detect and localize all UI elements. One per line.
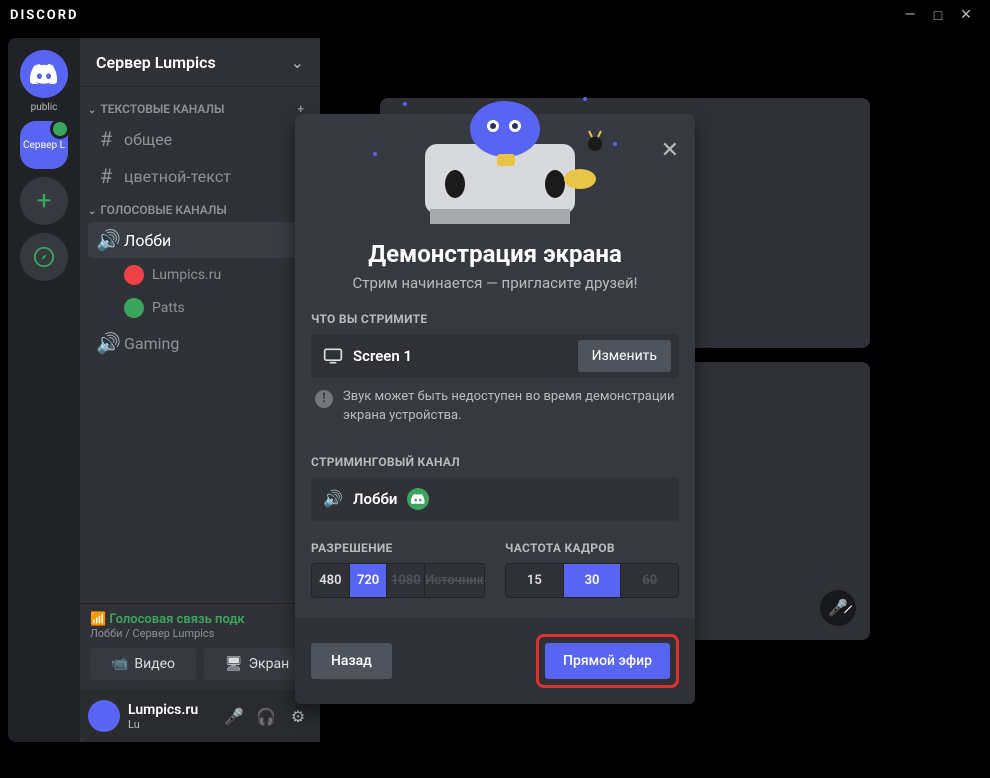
hash-icon: # xyxy=(96,164,116,188)
app-logo: DISCORD xyxy=(10,8,79,23)
explore-button[interactable] xyxy=(20,233,68,281)
muted-icon: 🎤̷ xyxy=(820,590,856,626)
modal-footer: Назад Прямой эфир xyxy=(295,618,695,704)
section-label-stream: ЧТО ВЫ СТРИМИТЕ xyxy=(311,312,679,326)
voice-channel-lobby[interactable]: 🔊Лобби xyxy=(88,222,312,258)
voice-member[interactable]: Patts xyxy=(88,292,312,324)
stream-source-row: Screen 1 Изменить xyxy=(311,334,679,378)
server-header[interactable]: Сервер Lumpics ⌄ xyxy=(80,38,320,86)
user-info[interactable]: Lumpics.ru Lu xyxy=(128,702,212,731)
avatar xyxy=(124,298,144,318)
voice-status: 📶 Голосовая связь подк Лобби / Сервер Lu… xyxy=(80,603,320,648)
monitor-icon xyxy=(323,347,343,365)
video-button[interactable]: 📹Видео xyxy=(90,648,196,680)
resolution-option-720[interactable]: 720 xyxy=(350,564,388,597)
audio-warning: ! Звук может быть недоступен во время де… xyxy=(311,378,679,434)
screen-icon: 🖥 xyxy=(225,656,243,672)
text-channel[interactable]: #общее xyxy=(88,121,312,157)
section-label-channel: СТРИМИНГОВЫЙ КАНАЛ xyxy=(311,455,679,469)
fps-option-60: 60 xyxy=(621,564,678,597)
text-channel[interactable]: #цветной-текст xyxy=(88,158,312,194)
back-button[interactable]: Назад xyxy=(311,643,392,679)
mute-icon[interactable]: 🎤 xyxy=(220,702,248,730)
titlebar: DISCORD — □ ✕ xyxy=(0,0,990,30)
text-channels-category[interactable]: ⌄ТЕКСТОВЫЕ КАНАЛЫ + xyxy=(80,94,320,120)
go-live-highlight: Прямой эфир xyxy=(536,634,679,688)
user-avatar[interactable] xyxy=(88,700,120,732)
settings-icon[interactable]: ⚙ xyxy=(284,702,312,730)
server-name: Сервер Lumpics xyxy=(96,53,216,72)
section-label-resolution: РАЗРЕШЕНИЕ xyxy=(311,541,485,555)
resolution-option-1080: 1080 xyxy=(387,564,425,597)
resolution-segment: 4807201080Источник xyxy=(311,563,485,598)
server-item[interactable]: Сервер L xyxy=(20,121,68,169)
resolution-option-480[interactable]: 480 xyxy=(312,564,350,597)
stream-channel-name: Лобби xyxy=(353,490,398,508)
modal-title: Демонстрация экрана xyxy=(311,240,679,268)
stream-source-name: Screen 1 xyxy=(353,347,568,365)
close-button[interactable]: ✕ xyxy=(952,1,980,29)
maximize-button[interactable]: □ xyxy=(924,1,952,29)
camera-icon: 📹 xyxy=(111,656,128,672)
resolution-option-Источник: Источник xyxy=(425,564,484,597)
speaker-icon: 🔊 xyxy=(96,228,116,252)
chevron-down-icon: ⌄ xyxy=(291,53,304,72)
deafen-icon[interactable]: 🎧 xyxy=(252,702,280,730)
home-label: public xyxy=(31,102,58,113)
hash-icon: # xyxy=(96,127,116,151)
server-rail: public Сервер L + xyxy=(8,38,80,742)
speaker-icon: 🔊 xyxy=(323,489,343,508)
voice-channels-category[interactable]: ⌄ГОЛОСОВЫЕ КАНАЛЫ + xyxy=(80,195,320,221)
voice-channel-gaming[interactable]: 🔊Gaming xyxy=(88,325,312,361)
screen-share-modal: ✕ Демонстрация экрана Стрим начинается —… xyxy=(295,114,695,703)
modal-hero xyxy=(295,114,695,224)
fps-option-15[interactable]: 15 xyxy=(506,564,564,597)
change-source-button[interactable]: Изменить xyxy=(578,340,671,372)
speaker-icon: 🔊 xyxy=(96,331,116,355)
compass-icon xyxy=(33,246,55,268)
voice-member[interactable]: Lumpics.ru xyxy=(88,259,312,291)
home-server[interactable] xyxy=(20,50,68,98)
fps-segment: 153060 xyxy=(505,563,679,598)
add-server-button[interactable]: + xyxy=(20,177,68,225)
modal-subtitle: Стрим начинается — пригласите друзей! xyxy=(311,274,679,292)
discord-icon xyxy=(30,64,58,84)
fps-option-30[interactable]: 30 xyxy=(564,564,622,597)
hero-illustration xyxy=(355,84,635,224)
minimize-button[interactable]: — xyxy=(896,1,924,29)
discord-badge-icon xyxy=(407,488,429,510)
user-panel: Lumpics.ru Lu 🎤 🎧 ⚙ xyxy=(80,690,320,742)
go-live-button[interactable]: Прямой эфир xyxy=(545,643,670,679)
avatar xyxy=(124,265,144,285)
info-icon: ! xyxy=(315,390,333,408)
channel-sidebar: Сервер Lumpics ⌄ ⌄ТЕКСТОВЫЕ КАНАЛЫ + #об… xyxy=(80,38,320,742)
stream-channel-select[interactable]: 🔊 Лобби xyxy=(311,477,679,521)
section-label-fps: ЧАСТОТА КАДРОВ xyxy=(505,541,679,555)
